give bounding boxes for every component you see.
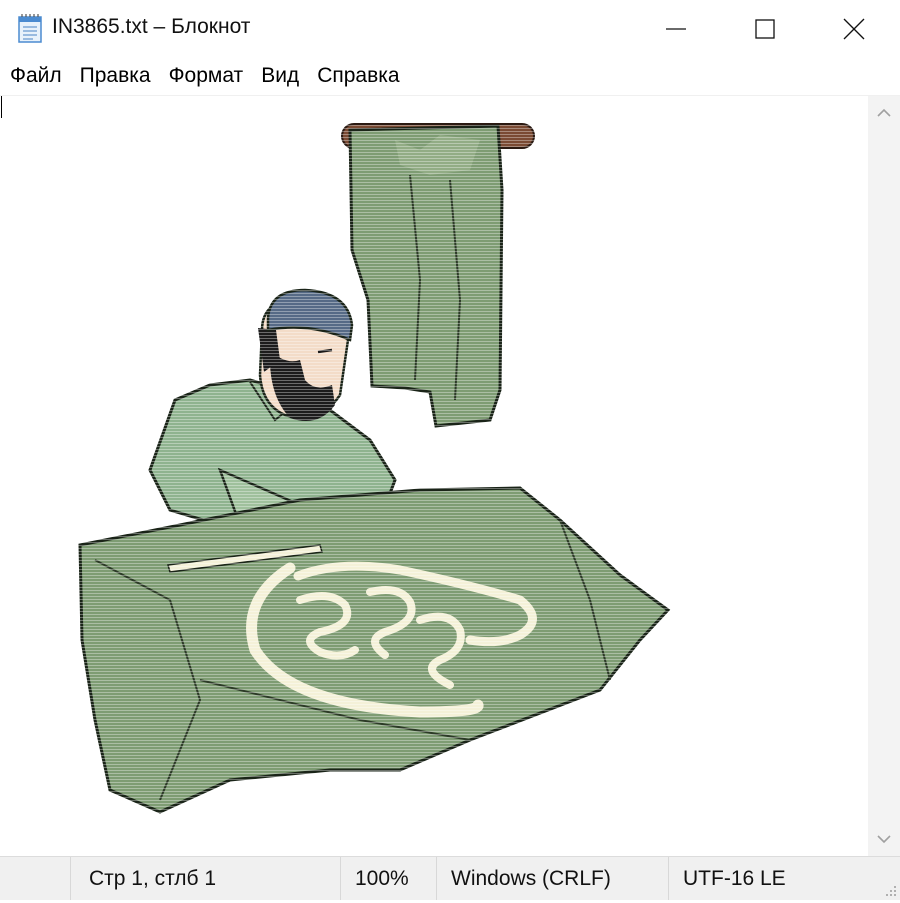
encoding: UTF-16 LE bbox=[668, 857, 872, 900]
maximize-icon bbox=[755, 18, 775, 39]
cursor-position: Стр 1, стлб 1 bbox=[70, 857, 340, 900]
menu-help[interactable]: Справка bbox=[309, 64, 407, 88]
line-endings: Windows (CRLF) bbox=[436, 857, 668, 900]
menu-file[interactable]: Файл bbox=[2, 64, 70, 88]
menu-bar: Файл Правка Формат Вид Справка bbox=[0, 57, 900, 95]
chevron-up-icon bbox=[877, 108, 891, 117]
title-bar[interactable]: IN3865.txt – Блокнот bbox=[0, 0, 900, 57]
minimize-icon bbox=[666, 27, 686, 30]
menu-view[interactable]: Вид bbox=[253, 64, 307, 88]
scroll-down-button[interactable] bbox=[868, 822, 900, 856]
zoom-level: 100% bbox=[340, 857, 436, 900]
scroll-up-button[interactable] bbox=[868, 96, 900, 130]
close-button[interactable] bbox=[808, 0, 900, 57]
vertical-scrollbar[interactable] bbox=[868, 96, 900, 856]
notepad-icon bbox=[16, 13, 44, 43]
maximize-button[interactable] bbox=[719, 0, 811, 57]
text-caret bbox=[1, 96, 2, 118]
menu-edit[interactable]: Правка bbox=[72, 64, 159, 88]
resize-grip-icon[interactable] bbox=[882, 882, 898, 898]
status-empty-cell bbox=[0, 857, 70, 900]
minimize-button[interactable] bbox=[630, 0, 722, 57]
menu-format[interactable]: Формат bbox=[161, 64, 252, 88]
status-bar: Стр 1, стлб 1 100% Windows (CRLF) UTF-16… bbox=[0, 856, 900, 900]
text-editor-area[interactable] bbox=[0, 96, 868, 856]
embroiderer-illustration bbox=[78, 123, 671, 814]
chevron-down-icon bbox=[877, 835, 891, 844]
window-title: IN3865.txt – Блокнот bbox=[52, 15, 251, 38]
close-icon bbox=[843, 18, 865, 39]
